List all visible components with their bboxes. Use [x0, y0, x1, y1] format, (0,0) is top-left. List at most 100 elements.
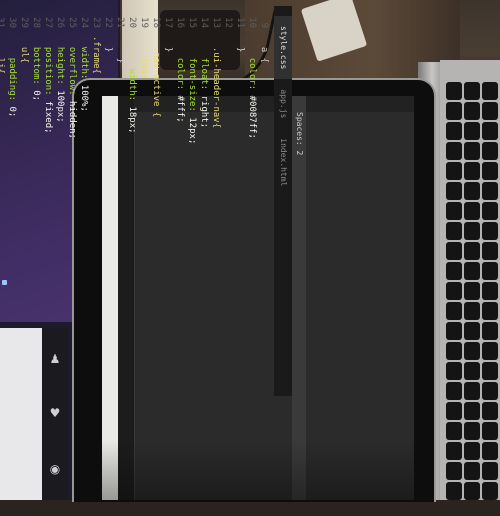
code-token: 0;: [31, 90, 41, 102]
keyboard-key[interactable]: [482, 422, 498, 440]
keyboard-key[interactable]: [446, 142, 462, 160]
keyboard-key[interactable]: [482, 122, 498, 140]
keyboard-key[interactable]: [482, 142, 498, 160]
keyboard-key[interactable]: [464, 362, 480, 380]
heart-icon[interactable]: ♥: [48, 406, 62, 420]
code-line[interactable]: 10 color: #0087ff;: [246, 6, 258, 396]
keyboard-key[interactable]: [446, 302, 462, 320]
keyboard-key[interactable]: [446, 342, 462, 360]
code-line[interactable]: 15 font-size: 12px;: [186, 6, 198, 396]
keyboard-key[interactable]: [464, 322, 480, 340]
keyboard-key[interactable]: [482, 222, 498, 240]
code-line[interactable]: 27 position: fixed;: [42, 6, 54, 396]
code-line[interactable]: 28 bottom: 0;: [30, 6, 42, 396]
keyboard-key[interactable]: [482, 102, 498, 120]
keyboard-key[interactable]: [446, 122, 462, 140]
code-line[interactable]: 14 float: right;: [198, 6, 210, 396]
keyboard-key[interactable]: [464, 282, 480, 300]
code-line[interactable]: 23 .frame{: [90, 6, 102, 396]
keyboard-key[interactable]: [482, 242, 498, 260]
keyboard-key[interactable]: [464, 222, 480, 240]
code-line[interactable]: 18 .nav-active {: [150, 6, 162, 396]
line-number: 30: [7, 17, 17, 28]
keyboard-key[interactable]: [464, 142, 480, 160]
keyboard-key[interactable]: [446, 382, 462, 400]
keyboard-key[interactable]: [464, 202, 480, 220]
code-line[interactable]: 20 width: 18px;: [126, 6, 138, 396]
keyboard-key[interactable]: [446, 422, 462, 440]
code-line[interactable]: 25 overflow: hidden;: [66, 6, 78, 396]
keyboard-key[interactable]: [446, 162, 462, 180]
keyboard-key[interactable]: [446, 102, 462, 120]
keyboard-key[interactable]: [446, 202, 462, 220]
code-line[interactable]: 19 img{: [138, 6, 150, 396]
keyboard-key[interactable]: [446, 402, 462, 420]
keyboard-key[interactable]: [482, 342, 498, 360]
keyboard-key[interactable]: [446, 442, 462, 460]
code-line[interactable]: 11 }: [234, 6, 246, 396]
code-line[interactable]: 13 .ui-header-nav{: [210, 6, 222, 396]
code-line[interactable]: 24 width: 100%;: [78, 6, 90, 396]
keyboard-key[interactable]: [464, 422, 480, 440]
keyboard-key[interactable]: [464, 262, 480, 280]
keyboard-key[interactable]: [482, 462, 498, 480]
code-area[interactable]: 9 a {10 color: #0087ff; 11 } 12 13 .ui-head…: [0, 6, 274, 396]
keyboard-key[interactable]: [464, 162, 480, 180]
code-line[interactable]: 9 a {: [258, 6, 270, 396]
keyboard-key[interactable]: [446, 182, 462, 200]
keyboard-key[interactable]: [482, 262, 498, 280]
code-token: color:: [247, 57, 257, 96]
keyboard-key[interactable]: [446, 322, 462, 340]
keyboard-key[interactable]: [482, 162, 498, 180]
code-line[interactable]: 16 color: #fff;: [174, 6, 186, 396]
keyboard-key[interactable]: [464, 382, 480, 400]
code-line[interactable]: 26 height: 100px;: [54, 6, 66, 396]
keyboard-key[interactable]: [446, 482, 462, 500]
code-line[interactable]: 29 ul{: [18, 6, 30, 396]
editor-tab[interactable]: app.js: [274, 79, 292, 128]
keyboard-key[interactable]: [482, 402, 498, 420]
editor-tab[interactable]: index.html: [274, 128, 292, 196]
keyboard-key[interactable]: [464, 242, 480, 260]
keyboard-key[interactable]: [482, 362, 498, 380]
keyboard-key[interactable]: [446, 82, 462, 100]
keyboard-key[interactable]: [464, 482, 480, 500]
keyboard-key[interactable]: [446, 222, 462, 240]
keyboard-key[interactable]: [482, 182, 498, 200]
keyboard-key[interactable]: [464, 402, 480, 420]
line-number: 19: [139, 17, 149, 28]
keyboard-key[interactable]: [482, 382, 498, 400]
keyboard-key[interactable]: [482, 282, 498, 300]
keyboard-key[interactable]: [464, 442, 480, 460]
keyboard-key[interactable]: [446, 282, 462, 300]
keyboard-key[interactable]: [464, 82, 480, 100]
keyboard-key[interactable]: [482, 302, 498, 320]
keyboard-key[interactable]: [482, 442, 498, 460]
keyboard-key[interactable]: [446, 462, 462, 480]
keyboard-key[interactable]: [464, 122, 480, 140]
keyboard-key[interactable]: [464, 342, 480, 360]
keyboard-key[interactable]: [464, 302, 480, 320]
keyboard-key[interactable]: [446, 262, 462, 280]
camera-icon[interactable]: ◉: [48, 462, 62, 476]
code-line[interactable]: 21 }: [114, 6, 126, 396]
keyboard-key[interactable]: [482, 82, 498, 100]
keyboard-key[interactable]: [464, 102, 480, 120]
keyboard-key[interactable]: [464, 182, 480, 200]
keyboard-key[interactable]: [446, 242, 462, 260]
keyboard-key[interactable]: [482, 202, 498, 220]
code-line[interactable]: 31 li{: [0, 6, 6, 396]
code-line[interactable]: 17 }: [162, 6, 174, 396]
code-line[interactable]: 12: [222, 6, 234, 396]
keyboard-key[interactable]: [446, 362, 462, 380]
code-line[interactable]: 22 }: [102, 6, 114, 396]
keyboard-key[interactable]: [464, 462, 480, 480]
editor-tab[interactable]: style.css: [274, 16, 292, 80]
code-editor[interactable]: style.cssapp.jsindex.html 9 a {10 color:…: [0, 6, 292, 396]
keyboard-key[interactable]: [482, 322, 498, 340]
code-line[interactable]: 30 padding: 0;: [6, 6, 18, 396]
keyboard-key[interactable]: [482, 482, 498, 500]
